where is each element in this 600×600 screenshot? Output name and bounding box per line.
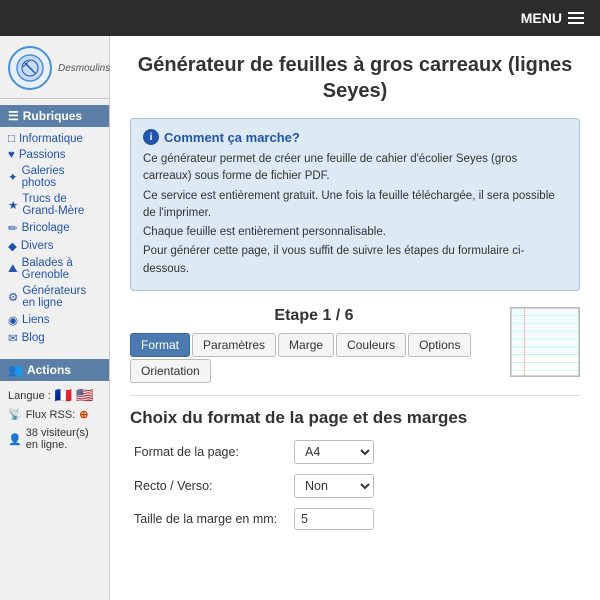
step-tab-paramètres[interactable]: Paramètres [192,333,276,357]
info-icon: i [143,129,159,145]
sidebar-nav-item[interactable]: ◉ Liens [0,311,109,329]
visitors-box: 👤 38 visiteur(s) en ligne. [8,427,101,451]
sidebar: Desmoulins.fr ☰ Rubriques □ Informatique ♥… [0,36,110,600]
rss-icon: 📡 [8,408,22,421]
nav-list: □ Informatique ♥ Passions✦ Galeries photos ★ T… [0,127,109,351]
step-tab-marge[interactable]: Marge [278,333,334,357]
info-line: Pour générer cette page, il vous suffit … [143,243,567,278]
main-content: Générateur de feuilles à gros carreaux (… [110,36,600,600]
nav-icon: ♥ [8,149,15,161]
nav-icon: ⚙ [8,290,18,304]
sidebar-nav-item[interactable]: ★ Trucs de Grand-Mère [0,191,109,219]
form-label-1: Recto / Verso: [134,479,294,493]
rss-link[interactable]: ⊕ [79,408,88,421]
form-row-0: Format de la page:A4A3A5Letter [130,440,580,464]
langue-row: Langue : 🇫🇷 🇺🇸 [8,387,101,404]
logo-area: Desmoulins.fr [0,36,109,99]
actions-content: Langue : 🇫🇷 🇺🇸 📡 Flux RSS: ⊕ 👤 38 visite… [0,381,109,457]
actions-section: 👥 Actions Langue : 🇫🇷 🇺🇸 📡 Flux RSS: ⊕ 👤… [0,359,109,457]
step-tab-couleurs[interactable]: Couleurs [336,333,406,357]
sidebar-nav-item[interactable]: ✉ Blog [0,329,109,347]
logo-circle [8,46,52,90]
langue-label: Langue : [8,390,51,402]
info-box-title: i Comment ça marche? [143,129,567,145]
nav-label: Passions [19,149,66,161]
rss-label: Flux RSS: [26,409,76,421]
info-line: Ce service est entièrement gratuit. Une … [143,188,567,223]
visitors-text: 38 visiteur(s) en ligne. [26,427,101,451]
nav-label: Divers [21,240,54,252]
nav-icon: ◆ [8,239,17,253]
sidebar-nav-item[interactable]: ♥ Passions [0,147,109,163]
hamburger-icon [568,12,584,24]
nav-label: Trucs de Grand-Mère [22,193,101,217]
step-tab-options[interactable]: Options [408,333,471,357]
rss-row: 📡 Flux RSS: ⊕ [8,408,101,421]
nav-label: Bricolage [22,222,70,234]
step-title: Etape 1 / 6 [130,307,498,325]
menu-label: MENU [521,10,562,26]
nav-label: Blog [22,332,45,344]
nav-icon: ✦ [8,170,18,184]
form-area: Format de la page:A4A3A5Letter Recto / Ve… [130,440,580,530]
sidebar-nav-item[interactable]: ⛰ Balades à Grenoble [0,255,109,283]
actions-header: 👥 Actions [0,359,109,381]
page-title: Générateur de feuilles à gros carreaux (… [130,52,580,104]
step-tab-orientation[interactable]: Orientation [130,359,211,383]
rubriques-icon: ☰ [8,109,19,123]
info-line: Ce générateur permet de créer une feuill… [143,151,567,186]
step-tabs: FormatParamètresMargeCouleursOptions Orie… [130,333,498,383]
nav-label: Galeries photos [22,165,101,189]
nav-label: Générateurs en ligne [22,285,101,309]
flag-us-icon[interactable]: 🇺🇸 [76,387,93,404]
visitors-icon: 👤 [8,433,22,446]
info-box: i Comment ça marche? Ce générateur perme… [130,118,580,291]
menu-button[interactable]: MENU [521,10,584,26]
sidebar-nav-item[interactable]: ◆ Divers [0,237,109,255]
flag-fr-icon[interactable]: 🇫🇷 [55,387,72,404]
divider [130,395,580,396]
rubriques-section: ☰ Rubriques □ Informatique ♥ Passions✦ Galer… [0,105,109,351]
nav-label: Informatique [19,133,83,145]
form-select-1[interactable]: NonOui [294,474,374,498]
sidebar-nav-item[interactable]: □ Informatique [0,131,109,147]
form-section-title: Choix du format de la page et des marges [130,408,580,428]
form-input-2[interactable] [294,508,374,530]
form-row-1: Recto / Verso:NonOui [130,474,580,498]
info-line: Chaque feuille est entièrement personnal… [143,224,567,241]
step-tab-format[interactable]: Format [130,333,190,357]
layout: Desmoulins.fr ☰ Rubriques □ Informatique ♥… [0,36,600,600]
nav-label: Balades à Grenoble [22,257,101,281]
sidebar-nav-item[interactable]: ✦ Galeries photos [0,163,109,191]
sidebar-nav-item[interactable]: ✏ Bricolage [0,219,109,237]
nav-icon: ◉ [8,313,18,327]
step-area: Etape 1 / 6 FormatParamètresMargeCouleur… [130,307,580,383]
nav-icon: ✉ [8,331,18,345]
nav-label: Liens [22,314,50,326]
topbar: MENU [0,0,600,36]
grid-preview [510,307,580,377]
sidebar-nav-item[interactable]: ⚙ Générateurs en ligne [0,283,109,311]
form-select-0[interactable]: A4A3A5Letter [294,440,374,464]
form-label-2: Taille de la marge en mm: [134,512,294,526]
form-row-2: Taille de la marge en mm: [130,508,580,530]
nav-icon: ✏ [8,221,18,235]
form-label-0: Format de la page: [134,445,294,459]
step-left: Etape 1 / 6 FormatParamètresMargeCouleur… [130,307,498,383]
nav-icon: ⛰ [8,263,18,276]
rubriques-header: ☰ Rubriques [0,105,109,127]
nav-icon: □ [8,133,15,145]
nav-icon: ★ [8,198,18,212]
actions-icon: 👥 [8,363,23,377]
info-lines: Ce générateur permet de créer une feuill… [143,151,567,278]
